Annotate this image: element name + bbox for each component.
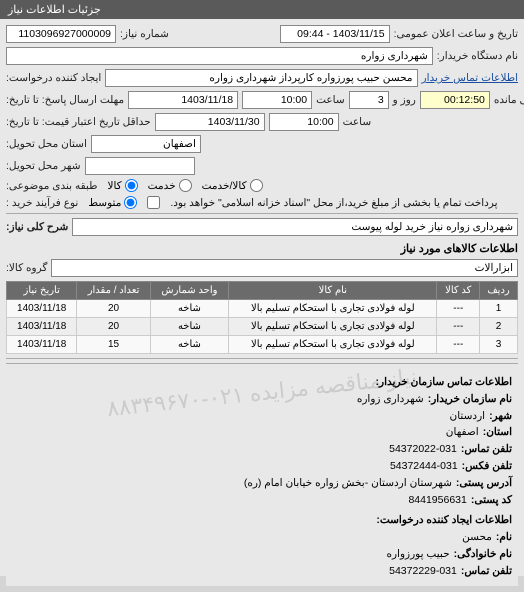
acc-price-label: حداقل تاریخ اعتبار قیمت: تا تاریخ: xyxy=(6,116,151,128)
province-label: استان محل تحویل: xyxy=(6,138,87,150)
radio-mid[interactable]: متوسط xyxy=(88,196,137,209)
col-row: ردیف xyxy=(480,282,518,300)
resp-time-field[interactable] xyxy=(242,91,312,109)
req-no-label: شماره نیاز: xyxy=(120,28,169,40)
time-left-field xyxy=(420,91,490,109)
table-row[interactable]: 2---لوله فولادی تجاری با استحکام تسلیم ب… xyxy=(7,318,518,336)
buyer-org-label: نام دستگاه خریدار: xyxy=(437,50,518,62)
table-row[interactable]: 3---لوله فولادی تجاری با استحکام تسلیم ب… xyxy=(7,336,518,354)
org-name-label: نام سازمان خریدار: xyxy=(428,391,512,408)
acc-time-field[interactable] xyxy=(269,113,339,131)
window-title: جزئیات اطلاعات نیاز xyxy=(8,3,101,16)
contact-section2-title: اطلاعات ایجاد کننده درخواست: xyxy=(12,512,512,529)
contact-fax-label: تلفن فکس: xyxy=(462,458,512,475)
goods-table: ردیف کد کالا نام کالا واحد شمارش تعداد /… xyxy=(6,281,518,354)
province-field[interactable] xyxy=(91,135,201,153)
contact-phone-label: تلفن تماس: xyxy=(461,441,512,458)
resp-date-field[interactable] xyxy=(128,91,238,109)
creator-label: ایجاد کننده درخواست: xyxy=(6,72,101,84)
col-code: کد کالا xyxy=(437,282,480,300)
table-row[interactable]: 1---لوله فولادی تجاری با استحکام تسلیم ب… xyxy=(7,300,518,318)
resp-time-label: ساعت xyxy=(316,94,345,106)
window-header: جزئیات اطلاعات نیاز xyxy=(0,0,524,19)
acc-date-field[interactable] xyxy=(155,113,265,131)
contact-fax-value: 54372444-031 xyxy=(390,458,458,475)
contact-province-label: استان: xyxy=(483,424,512,441)
goods-section-title: اطلاعات کالاهای مورد نیاز xyxy=(6,242,518,255)
postal-addr-label: آدرس پستی: xyxy=(456,475,512,492)
goods-group-field[interactable] xyxy=(51,259,518,277)
radio-goods[interactable]: کالا xyxy=(107,179,137,192)
pub-datetime-label: تاریخ و ساعت اعلان عمومی: xyxy=(394,28,518,40)
proc-note: پرداخت تمام یا بخشی از مبلغ خرید،از محل … xyxy=(170,197,497,209)
resp-deadline-label: مهلت ارسال پاسخ: تا تاریخ: xyxy=(6,94,124,106)
proc-type-label: نوع فرآیند خرید : xyxy=(6,197,78,209)
col-qty: تعداد / مقدار xyxy=(77,282,150,300)
req-no-field[interactable] xyxy=(6,25,116,43)
contact-city-label: شهر: xyxy=(489,408,512,425)
org-name-value: شهرداری زواره xyxy=(357,391,424,408)
lname-label: نام خانوادگی: xyxy=(454,546,512,563)
postal-code-value: 8441956631 xyxy=(408,492,466,509)
subject-class-label: طبقه بندی موضوعی: xyxy=(6,180,97,192)
need-desc-label: شرح کلی نیاز: xyxy=(6,221,68,233)
col-name: نام کالا xyxy=(229,282,437,300)
contact-phone-value: 54372022-031 xyxy=(389,441,457,458)
fname-label: نام: xyxy=(496,529,512,546)
postal-addr-value: شهرستان اردستان -بخش زواره خیابان امام (… xyxy=(244,475,452,492)
buyer-contact-link[interactable]: اطلاعات تماس خریدار xyxy=(422,72,518,84)
days-left-field xyxy=(349,91,389,109)
creator-phone-label: تلفن تماس: xyxy=(461,563,512,580)
goods-group-label: گروه کالا: xyxy=(6,262,47,274)
creator-field[interactable] xyxy=(105,69,417,87)
col-unit: واحد شمارش xyxy=(150,282,229,300)
contact-section1-title: اطلاعات تماس سازمان خریدار: xyxy=(12,374,512,391)
lname-value: حبیب پورزواره xyxy=(386,546,449,563)
radio-goods-service[interactable]: کالا/خدمت xyxy=(202,179,263,192)
pub-datetime-field[interactable] xyxy=(280,25,390,43)
contact-province-value: اصفهان xyxy=(446,424,479,441)
buyer-org-field[interactable] xyxy=(6,47,433,65)
need-desc-field[interactable] xyxy=(72,218,518,236)
city-label: شهر محل تحویل: xyxy=(6,160,81,172)
postal-code-label: کد پستی: xyxy=(471,492,512,509)
acc-time-label: ساعت xyxy=(343,116,372,128)
contact-city-value: اردستان xyxy=(450,408,486,425)
proc-checkbox[interactable] xyxy=(147,196,160,209)
time-left-label: ساعت باقی مانده xyxy=(494,94,524,106)
days-and-label: روز و xyxy=(393,94,416,106)
contact-block: اطلاعات تماس سازمان خریدار: نام سازمان خ… xyxy=(6,363,518,586)
col-need-date: تاریخ نیاز xyxy=(7,282,77,300)
radio-service[interactable]: خدمت xyxy=(148,179,192,192)
city-field[interactable] xyxy=(85,157,195,175)
creator-phone-value: 54372229-031 xyxy=(389,563,457,580)
fname-value: محسن xyxy=(462,529,492,546)
